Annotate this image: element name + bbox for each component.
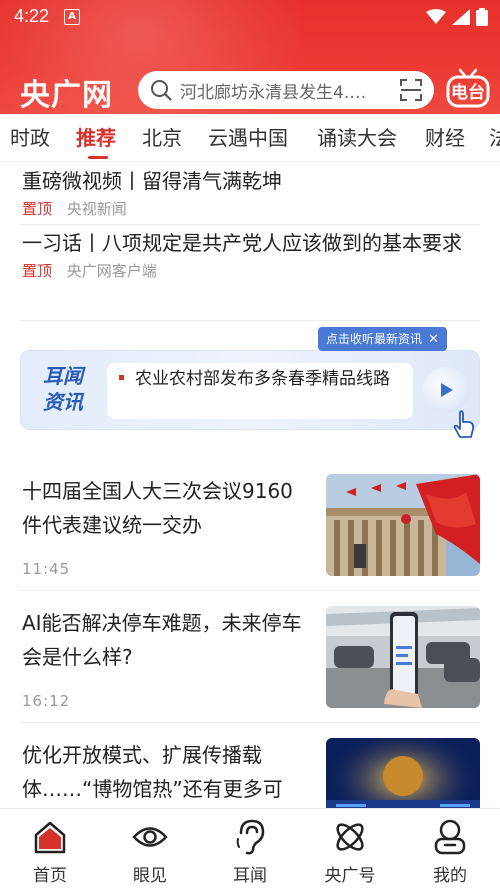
- nav-audio[interactable]: 耳闻: [210, 817, 290, 886]
- divider: [20, 320, 480, 321]
- search-bar[interactable]: 河北廊坊永清县发生4.…: [138, 71, 434, 109]
- divider: [20, 722, 480, 723]
- audio-logo-line: 资讯: [43, 390, 83, 414]
- eye-icon: [132, 827, 168, 847]
- channel-tabs: 时政 推荐 北京 云遇中国 诵读大会 财经 法: [0, 114, 500, 162]
- atom-icon: [336, 823, 364, 851]
- news-feed[interactable]: 重磅微视频丨留得清气满乾坤 置顶 央视新闻 一习话丨八项规定是共产党人应该做到的…: [0, 162, 500, 808]
- news-title: 十四届全国人大三次会议9160件代表建议统一交办: [22, 479, 293, 537]
- nav-label: 耳闻: [233, 866, 267, 886]
- nav-profile[interactable]: 我的: [410, 817, 490, 886]
- audio-news-text: 农业农村部发布多条春季精品线路: [135, 369, 390, 389]
- home-icon: [34, 821, 66, 854]
- news-title: 一习话丨八项规定是共产党人应该做到的基本要求: [22, 231, 462, 255]
- news-title: 重磅微视频丨留得清气满乾坤: [22, 169, 282, 193]
- radio-label: 电台: [451, 82, 485, 103]
- pinned-news-item[interactable]: 一习话丨八项规定是共产党人应该做到的基本要求 置顶 央广网客户端: [22, 226, 480, 281]
- news-meta: 置顶 央视新闻: [22, 198, 480, 219]
- news-item[interactable]: AI能否解决停车难题，未来停车会是什么样? 16:12: [22, 606, 480, 716]
- news-meta: 置顶 央广网客户端: [22, 260, 480, 281]
- tab-songdu[interactable]: 诵读大会: [317, 122, 397, 151]
- close-icon[interactable]: ✕: [428, 332, 439, 347]
- status-bar: 4:22 A: [0, 0, 500, 34]
- news-thumbnail: [326, 474, 480, 576]
- radio-icon: 电台: [446, 68, 490, 108]
- status-icons: [426, 8, 488, 26]
- status-time: 4:22: [14, 6, 50, 26]
- news-item[interactable]: 十四届全国人大三次会议9160件代表建议统一交办 11:45: [22, 474, 480, 584]
- audio-news-card[interactable]: 农业农村部发布多条春季精品线路: [107, 363, 413, 419]
- museum-stage-image: [326, 738, 480, 808]
- nav-label: 眼见: [133, 866, 167, 886]
- news-thumbnail: [326, 738, 480, 808]
- tab-recommend[interactable]: 推荐: [76, 122, 116, 151]
- divider: [20, 224, 480, 225]
- ear-icon: [236, 819, 265, 855]
- radio-button[interactable]: 电台: [446, 68, 490, 112]
- tab-law[interactable]: 法: [489, 122, 500, 151]
- tab-yunyu[interactable]: 云遇中国: [208, 122, 288, 151]
- notification-app-icon: A: [64, 9, 80, 25]
- great-hall-image: [326, 474, 480, 576]
- nav-yangguanghao[interactable]: 央广号: [310, 817, 390, 886]
- search-icon: [151, 80, 172, 101]
- pinned-tag: 置顶: [22, 200, 53, 218]
- news-source: 央视新闻: [66, 200, 127, 218]
- news-title: 优化开放模式、扩展传播载体……“博物馆热”还有更多可: [22, 743, 283, 801]
- bottom-navigation: 首页 眼见 耳闻 央广号 我的: [0, 808, 500, 888]
- nav-label: 首页: [33, 866, 67, 886]
- news-thumbnail: [326, 606, 480, 708]
- listen-hint-text: 点击收听最新资讯: [326, 332, 423, 346]
- audio-news-logo: 耳闻 资讯: [31, 363, 95, 419]
- listen-hint-bubble[interactable]: 点击收听最新资讯 ✕: [318, 327, 447, 351]
- play-button[interactable]: [423, 367, 469, 413]
- app-header: 4:22 A 央广网 河北廊坊永清县发生4.… 电台: [0, 0, 500, 114]
- news-item[interactable]: 优化开放模式、扩展传播载体……“博物馆热”还有更多可: [22, 738, 480, 808]
- pinned-tag: 置顶: [22, 262, 53, 280]
- signal-icon: [452, 9, 470, 25]
- cnr-logo[interactable]: 央广网: [20, 70, 113, 114]
- nav-label: 央广号: [324, 866, 376, 886]
- bullet-dot: [119, 375, 124, 380]
- news-time: 11:45: [22, 560, 71, 578]
- search-placeholder: 河北廊坊永清县发生4.…: [180, 82, 367, 103]
- tab-beijing[interactable]: 北京: [142, 122, 182, 151]
- news-source: 央广网客户端: [66, 262, 157, 280]
- divider: [20, 590, 480, 591]
- audio-logo-line: 耳闻: [43, 364, 83, 388]
- active-tab-indicator: [88, 156, 108, 159]
- tab-shizheng[interactable]: 时政: [10, 122, 50, 151]
- tab-finance[interactable]: 财经: [425, 122, 465, 151]
- news-title: AI能否解决停车难题，未来停车会是什么样?: [22, 611, 302, 669]
- play-icon: [441, 383, 453, 397]
- news-time: 16:12: [22, 692, 71, 710]
- nav-label: 我的: [433, 866, 467, 886]
- nav-home[interactable]: 首页: [10, 817, 90, 886]
- wifi-icon: [426, 9, 446, 24]
- hand-pointer-icon: [453, 410, 475, 438]
- parking-image: [326, 606, 480, 708]
- profile-icon: [434, 819, 466, 855]
- audio-news-banner[interactable]: 耳闻 资讯 农业农村部发布多条春季精品线路: [20, 350, 480, 438]
- pinned-news-item[interactable]: 重磅微视频丨留得清气满乾坤 置顶 央视新闻: [22, 164, 480, 219]
- scan-icon[interactable]: [400, 79, 422, 101]
- nav-video[interactable]: 眼见: [110, 817, 190, 886]
- battery-icon: [476, 8, 488, 26]
